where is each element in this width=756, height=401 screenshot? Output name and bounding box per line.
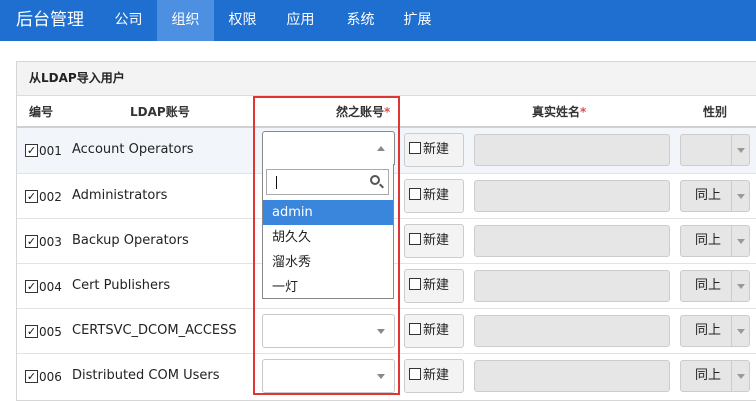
required-mark: * — [580, 105, 587, 119]
gender-value: 同上 — [695, 323, 722, 338]
row-number: 002 — [39, 190, 62, 204]
new-account-toggle[interactable]: 新建 — [404, 224, 464, 258]
row-number: 001 — [39, 144, 62, 158]
column-header-number: 编号 — [29, 105, 54, 119]
new-account-toggle[interactable]: 新建 — [404, 269, 464, 303]
chevron-down-icon — [731, 181, 749, 211]
dropdown-option[interactable]: 一灯 — [263, 275, 393, 300]
new-account-checkbox[interactable] — [409, 278, 421, 290]
nav-item-extensions[interactable]: 扩展 — [389, 0, 446, 41]
new-account-toggle[interactable]: 新建 — [404, 179, 464, 213]
new-account-label: 新建 — [423, 278, 450, 293]
new-account-checkbox[interactable] — [409, 188, 421, 200]
account-select[interactable] — [262, 314, 395, 348]
column-header-real-name-label: 真实姓名 — [532, 105, 581, 119]
nav-item-organization[interactable]: 组织 — [157, 0, 214, 41]
dropdown-option[interactable]: 溜水秀 — [263, 250, 393, 275]
nav-item-company[interactable]: 公司 — [100, 0, 157, 41]
real-name-input[interactable] — [474, 180, 670, 212]
new-account-checkbox[interactable] — [409, 323, 421, 335]
top-nav: 后台管理 公司 组织 权限 应用 系统 扩展 — [0, 0, 756, 41]
brand-title[interactable]: 后台管理 — [16, 0, 84, 41]
new-account-checkbox[interactable] — [409, 368, 421, 380]
chevron-down-icon — [377, 329, 385, 334]
required-mark: * — [384, 105, 391, 119]
ldap-account-name: Administrators — [72, 188, 168, 203]
new-account-label: 新建 — [423, 323, 450, 338]
row-select-checkbox[interactable]: ✓ — [25, 144, 38, 157]
gender-select[interactable]: 同上 — [680, 270, 750, 302]
gender-select[interactable]: 同上 — [680, 180, 750, 212]
row-number: 006 — [39, 370, 62, 384]
dropdown-option-admin[interactable]: admin — [263, 200, 393, 225]
gender-value: 同上 — [695, 188, 722, 203]
new-account-toggle[interactable]: 新建 — [404, 133, 464, 167]
new-account-checkbox[interactable] — [409, 233, 421, 245]
ldap-account-name: Backup Operators — [72, 233, 189, 248]
dropdown-option[interactable]: 胡久久 — [263, 225, 393, 250]
gender-select[interactable]: 同上 — [680, 360, 750, 392]
gender-select[interactable] — [680, 134, 750, 166]
gender-select[interactable]: 同上 — [680, 315, 750, 347]
search-icon — [370, 175, 380, 185]
column-header-ldap-account: LDAP账号 — [130, 105, 190, 119]
chevron-down-icon — [731, 271, 749, 301]
chevron-down-icon — [731, 316, 749, 346]
ldap-account-name: CERTSVC_DCOM_ACCESS — [72, 323, 237, 338]
row-number: 005 — [39, 325, 62, 339]
account-select[interactable] — [262, 131, 395, 165]
real-name-input[interactable] — [474, 360, 670, 392]
chevron-down-icon — [731, 226, 749, 256]
panel-title: 从LDAP导入用户 — [17, 62, 756, 96]
gender-value: 同上 — [695, 368, 722, 383]
column-header-real-name: 真实姓名* — [532, 98, 586, 126]
row-number: 003 — [39, 235, 62, 249]
gender-value: 同上 — [695, 233, 722, 248]
ldap-account-name: Account Operators — [72, 142, 194, 157]
chevron-down-icon — [731, 361, 749, 391]
table-row: ✓ 006 Distributed COM Users 新建 同上 — [17, 353, 756, 398]
nav-item-apps[interactable]: 应用 — [272, 0, 329, 41]
nav-item-permissions[interactable]: 权限 — [214, 0, 271, 41]
ldap-account-name: Distributed COM Users — [72, 368, 220, 383]
new-account-label: 新建 — [423, 188, 450, 203]
text-cursor — [276, 176, 277, 189]
table-row: ✓ 005 CERTSVC_DCOM_ACCESS 新建 同上 — [17, 308, 756, 353]
new-account-toggle[interactable]: 新建 — [404, 314, 464, 348]
row-select-checkbox[interactable]: ✓ — [25, 280, 38, 293]
new-account-checkbox[interactable] — [409, 142, 421, 154]
real-name-input[interactable] — [474, 315, 670, 347]
account-select[interactable] — [262, 359, 395, 393]
nav-item-system[interactable]: 系统 — [332, 0, 389, 41]
gender-value: 同上 — [695, 278, 722, 293]
chevron-down-icon — [377, 146, 385, 151]
new-account-label: 新建 — [423, 233, 450, 248]
row-select-checkbox[interactable]: ✓ — [25, 235, 38, 248]
real-name-input[interactable] — [474, 270, 670, 302]
account-dropdown: admin 胡久久 溜水秀 一灯 — [262, 164, 394, 299]
row-select-checkbox[interactable]: ✓ — [25, 190, 38, 203]
column-header-ranzhi-account: 然之账号* — [336, 98, 390, 126]
real-name-input[interactable] — [474, 225, 670, 257]
real-name-input[interactable] — [474, 134, 670, 166]
dropdown-search-input[interactable] — [266, 169, 389, 195]
new-account-toggle[interactable]: 新建 — [404, 359, 464, 393]
ldap-account-name: Cert Publishers — [72, 278, 171, 293]
new-account-label: 新建 — [423, 142, 450, 157]
row-select-checkbox[interactable]: ✓ — [25, 370, 38, 383]
column-header-gender: 性别 — [703, 105, 728, 119]
row-select-checkbox[interactable]: ✓ — [25, 325, 38, 338]
column-header-ranzhi-account-label: 然之账号 — [336, 105, 385, 119]
gender-select[interactable]: 同上 — [680, 225, 750, 257]
chevron-down-icon — [731, 135, 749, 165]
new-account-label: 新建 — [423, 368, 450, 383]
chevron-down-icon — [377, 374, 385, 379]
row-number: 004 — [39, 280, 62, 294]
